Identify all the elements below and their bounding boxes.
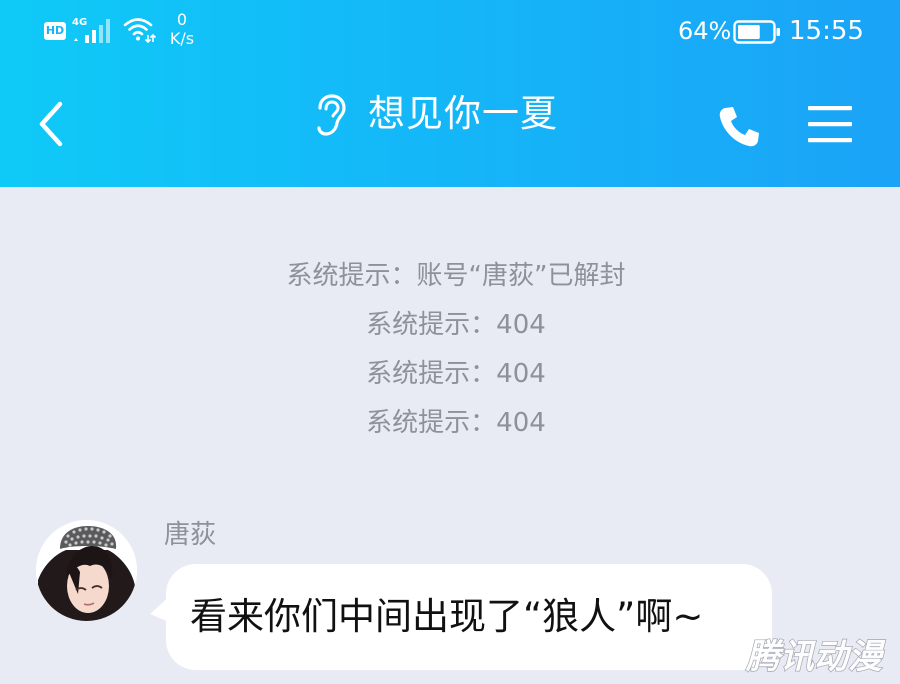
hd-icon: HD: [44, 22, 66, 40]
signal-icon: 4G: [72, 17, 110, 43]
phone-icon[interactable]: [716, 102, 764, 150]
menu-icon[interactable]: [806, 100, 854, 148]
back-button[interactable]: [30, 96, 78, 152]
battery-fill: [738, 25, 760, 39]
system-notice: 系统提示：404: [366, 359, 546, 389]
network-type-label: 4G: [72, 17, 87, 28]
watermark-text: 腾讯动漫: [745, 637, 886, 676]
net-speed-value: 0: [176, 10, 188, 29]
system-notice: 系统提示：404: [366, 408, 546, 438]
chat-header: HD 4G 0 K/s 64% 15:55 想见你一夏: [0, 0, 900, 187]
watermark-logo: 腾讯动漫: [744, 636, 886, 676]
ear-icon: [317, 94, 346, 136]
net-speed-unit: K/s: [169, 29, 195, 48]
system-notices: 系统提示：账号“唐荻”已解封 系统提示：404 系统提示：404 系统提示：40…: [0, 252, 900, 448]
chat-title: 想见你一夏: [368, 92, 558, 135]
battery-percent: 64%: [678, 17, 732, 45]
battery-icon: [733, 20, 780, 44]
chat-title-group: 想见你一夏: [300, 84, 600, 144]
system-notice: 系统提示：账号“唐荻”已解封: [286, 261, 626, 291]
system-notice: 系统提示：404: [366, 310, 546, 340]
net-speed: 0 K/s: [162, 10, 202, 48]
clock: 15:55: [789, 16, 864, 46]
wifi-icon: [123, 18, 157, 44]
avatar[interactable]: [36, 520, 137, 621]
sender-name: 唐荻: [164, 520, 217, 550]
status-bar: HD 4G 0 K/s 64% 15:55: [0, 0, 900, 60]
message-text: 看来你们中间出现了“狼人”啊~: [190, 595, 704, 638]
